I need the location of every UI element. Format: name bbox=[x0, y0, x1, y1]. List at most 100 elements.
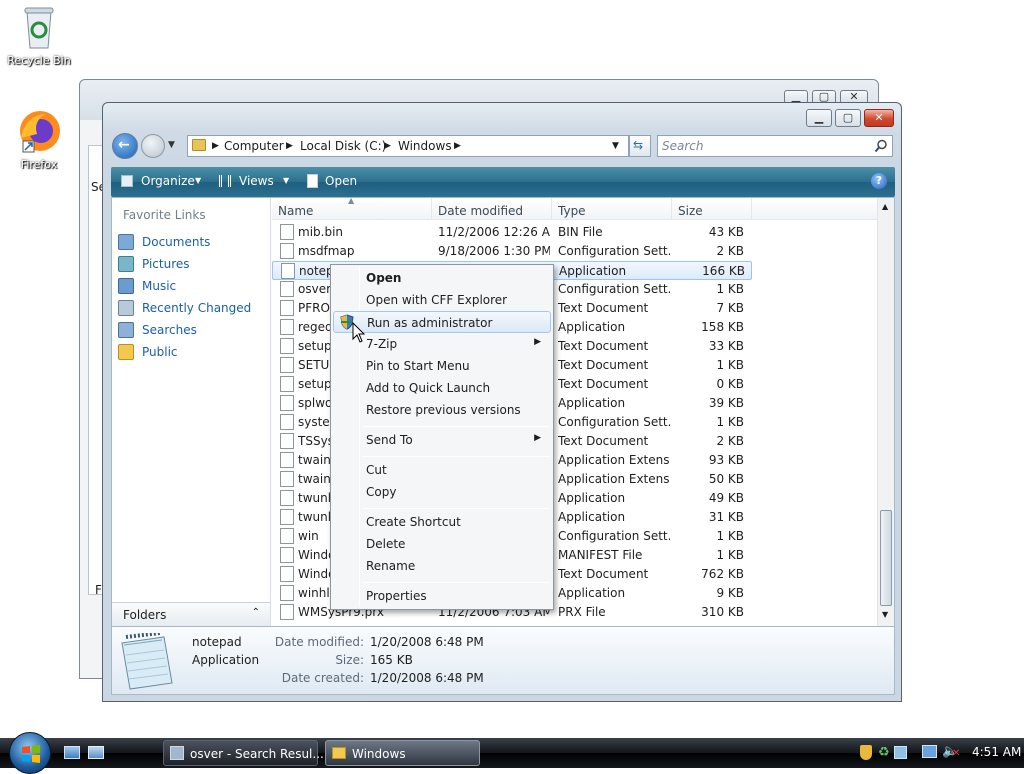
refresh-button[interactable]: ⇆ bbox=[629, 135, 651, 157]
menu-item-rename[interactable]: Rename bbox=[333, 555, 551, 577]
organize-button[interactable]: Organize bbox=[141, 174, 195, 188]
address-bar[interactable]: ▶ Computer ▶ Local Disk (C:) ▶ Windows ▶… bbox=[187, 135, 629, 157]
file-icon bbox=[280, 357, 294, 373]
breadcrumb-separator-icon[interactable]: ▶ bbox=[286, 141, 293, 151]
switch-windows-icon[interactable] bbox=[88, 746, 104, 759]
menu-item-restore-previous-versions[interactable]: Restore previous versions bbox=[333, 399, 551, 421]
recent-pages-chevron-icon[interactable]: ▼ bbox=[168, 140, 175, 150]
open-button[interactable]: Open bbox=[325, 174, 357, 188]
file-icon bbox=[280, 490, 294, 506]
menu-item-open-with-cff-explorer[interactable]: Open with CFF Explorer bbox=[333, 289, 551, 311]
menu-item-label: Run as administrator bbox=[367, 316, 493, 330]
scroll-down-arrow-icon[interactable]: ▼ bbox=[882, 610, 888, 619]
menu-separator bbox=[363, 426, 549, 427]
security-shield-icon[interactable] bbox=[860, 745, 872, 760]
nav-link-pictures[interactable]: Pictures bbox=[118, 254, 266, 274]
menu-item-create-shortcut[interactable]: Create Shortcut bbox=[333, 511, 551, 533]
file-row[interactable]: msdfmap 9/18/2006 1:30 PM Configuration Se… bbox=[272, 242, 752, 261]
menu-item-add-to-quick-launch[interactable]: Add to Quick Launch bbox=[333, 377, 551, 399]
menu-item-send-to[interactable]: Send To ▶ bbox=[333, 429, 551, 451]
column-label: Type bbox=[558, 204, 586, 218]
taskbar-button-windows[interactable]: Windows bbox=[325, 740, 480, 766]
file-icon bbox=[281, 263, 295, 279]
public-folder-icon bbox=[118, 344, 134, 360]
folders-toggle[interactable]: Folders ⌃ bbox=[112, 602, 270, 626]
details-modified-value: 1/20/2008 6:48 PM bbox=[370, 635, 484, 649]
show-desktop-icon[interactable] bbox=[64, 746, 80, 759]
column-header-date-modified[interactable]: Date modified bbox=[432, 198, 552, 220]
menu-item-properties[interactable]: Properties bbox=[333, 585, 551, 607]
file-size: 49 KB bbox=[708, 491, 744, 505]
file-size: 1 KB bbox=[716, 548, 744, 562]
breadcrumb-computer[interactable]: Computer bbox=[224, 139, 284, 153]
breadcrumb-separator-icon[interactable]: ▶ bbox=[454, 141, 461, 151]
scroll-up-arrow-icon[interactable]: ▲ bbox=[882, 202, 888, 211]
address-dropdown-icon[interactable]: ▼ bbox=[612, 141, 619, 151]
file-row[interactable]: mib.bin 11/2/2006 12:26 AM BIN File 43 KB bbox=[272, 223, 752, 242]
recently-changed-icon bbox=[118, 300, 134, 316]
menu-separator bbox=[363, 508, 549, 509]
file-type: Text Document bbox=[558, 567, 649, 581]
details-file-kind: Application bbox=[192, 653, 260, 667]
organize-icon bbox=[121, 175, 133, 187]
search-input[interactable]: Search bbox=[662, 139, 704, 153]
menu-item-cut[interactable]: Cut bbox=[333, 459, 551, 481]
breadcrumb-windows[interactable]: Windows bbox=[398, 139, 452, 153]
taskbar-button-search-results[interactable]: osver - Search Resul... bbox=[163, 740, 324, 766]
help-icon[interactable]: ? bbox=[871, 173, 887, 189]
menu-item-pin-to-start-menu[interactable]: Pin to Start Menu bbox=[333, 355, 551, 377]
file-icon bbox=[280, 585, 294, 601]
nav-link-documents[interactable]: Documents bbox=[118, 232, 266, 252]
menu-item-delete[interactable]: Delete bbox=[333, 533, 551, 555]
organize-chevron-icon[interactable]: ▼ bbox=[195, 176, 201, 185]
menu-item-label: Delete bbox=[366, 537, 406, 551]
views-button[interactable]: Views bbox=[239, 174, 274, 188]
desktop-icon-firefox[interactable]: Firefox bbox=[4, 108, 74, 171]
details-created-value: 1/20/2008 6:48 PM bbox=[370, 671, 484, 685]
nav-link-searches[interactable]: Searches bbox=[118, 320, 266, 340]
file-size: 310 KB bbox=[701, 605, 744, 619]
navigation-bar: ← ▼ ▶ Computer ▶ Local Disk (C:) ▶ Windo… bbox=[111, 131, 895, 163]
column-label: Date modified bbox=[438, 204, 524, 218]
file-size: 1 KB bbox=[716, 358, 744, 372]
nav-link-public[interactable]: Public bbox=[118, 342, 266, 362]
clock[interactable]: 4:51 AM bbox=[972, 745, 1021, 759]
notepad-large-icon bbox=[121, 633, 173, 690]
column-label: Size bbox=[678, 204, 703, 218]
file-icon bbox=[280, 414, 294, 430]
menu-item-label: 7-Zip bbox=[366, 337, 398, 351]
close-button[interactable]: ✕ bbox=[864, 109, 894, 127]
column-header-type[interactable]: Type bbox=[552, 198, 672, 220]
file-date-modified: 11/2/2006 12:26 AM bbox=[438, 225, 550, 239]
forward-button[interactable] bbox=[141, 134, 165, 158]
nav-link-label: Searches bbox=[142, 323, 197, 337]
breadcrumb-local-disk[interactable]: Local Disk (C:) bbox=[300, 139, 386, 153]
vertical-scrollbar[interactable]: ▲ ▼ bbox=[877, 198, 894, 626]
nav-link-recently-changed[interactable]: Recently Changed bbox=[118, 298, 266, 318]
search-icon[interactable] bbox=[874, 139, 888, 153]
file-type: Application bbox=[559, 264, 627, 278]
menu-separator bbox=[363, 456, 549, 457]
menu-item-label: Properties bbox=[366, 589, 427, 603]
menu-item-copy[interactable]: Copy bbox=[333, 481, 551, 503]
file-size: 1 KB bbox=[716, 415, 744, 429]
favorite-links-header: Favorite Links bbox=[123, 208, 206, 222]
minimize-button[interactable]: ▁ bbox=[806, 109, 832, 127]
nav-link-music[interactable]: Music bbox=[118, 276, 266, 296]
menu-item-open[interactable]: Open bbox=[333, 267, 551, 289]
breadcrumb-separator-icon[interactable]: ▶ bbox=[212, 141, 219, 151]
recycle-icon[interactable]: ♻ bbox=[878, 745, 890, 760]
desktop-icon-recycle-bin[interactable]: Recycle Bin bbox=[4, 4, 74, 67]
display-icon[interactable] bbox=[922, 745, 937, 758]
search-box[interactable]: Search bbox=[657, 135, 893, 157]
scrollbar-thumb[interactable] bbox=[880, 510, 892, 606]
back-button[interactable]: ← bbox=[112, 133, 138, 159]
breadcrumb-separator-icon[interactable]: ▶ bbox=[384, 141, 391, 151]
views-chevron-icon[interactable]: ▼ bbox=[283, 176, 289, 185]
column-header-size[interactable]: Size bbox=[672, 198, 752, 220]
file-size: 43 KB bbox=[708, 225, 744, 239]
maximize-button[interactable]: ▢ bbox=[835, 109, 861, 127]
network-icon[interactable] bbox=[894, 746, 907, 759]
column-header-name[interactable]: Name ▲ bbox=[272, 196, 432, 220]
details-modified-label: Date modified: bbox=[274, 635, 364, 649]
